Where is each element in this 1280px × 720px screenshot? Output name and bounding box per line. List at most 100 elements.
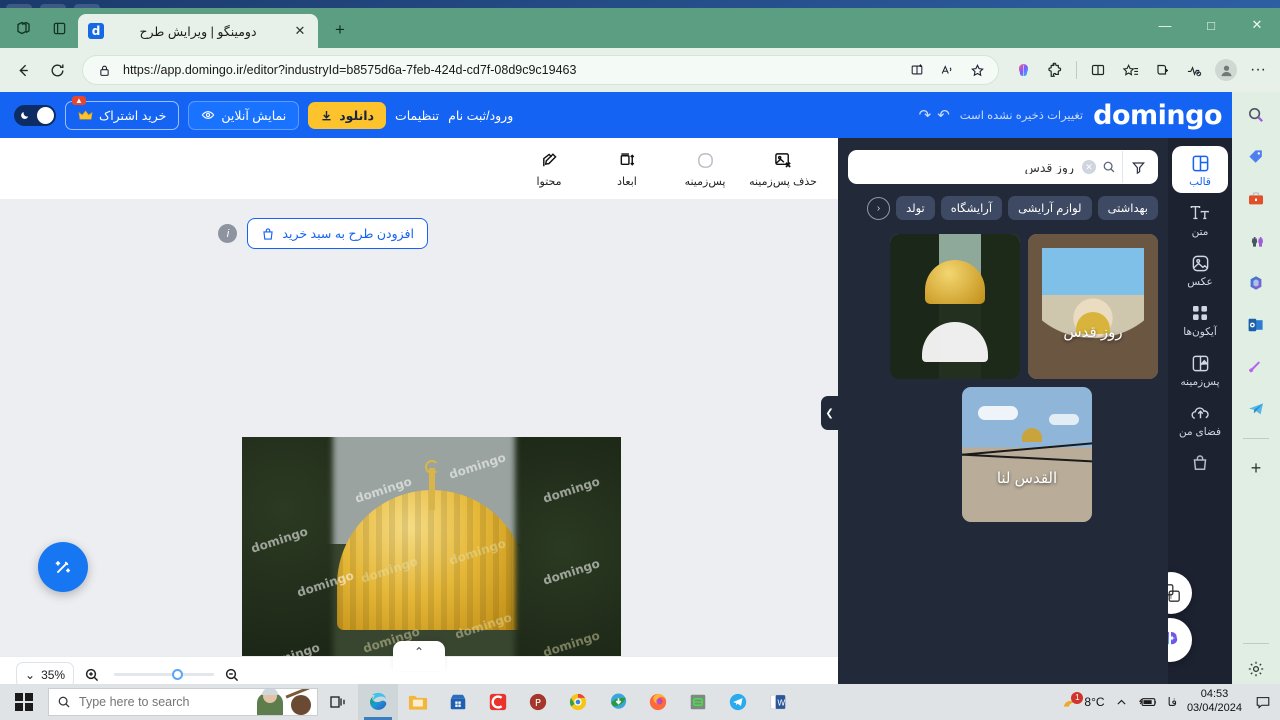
zoom-in-icon[interactable]	[84, 667, 104, 683]
taskbar-app-camtasia[interactable]	[478, 684, 518, 720]
app-logo[interactable]: domingo	[1093, 100, 1222, 131]
buy-subscription-button[interactable]: خرید اشتراک ▲	[65, 95, 180, 130]
pages-expand-button[interactable]: ⌃	[393, 641, 445, 671]
login-register-link[interactable]: ورود/ثبت نام	[448, 108, 513, 123]
back-icon[interactable]	[8, 55, 38, 85]
profile-avatar[interactable]	[1212, 56, 1240, 84]
cart-row: افزودن طرح به سبد خرید i	[218, 218, 428, 249]
template-thumb-3[interactable]: القدس لنا	[962, 387, 1092, 522]
browser-essentials-icon[interactable]	[1180, 56, 1208, 84]
tree-right	[514, 437, 621, 692]
outlook-icon[interactable]	[1243, 312, 1269, 338]
template-thumb-1[interactable]: روز قدس	[1028, 234, 1158, 379]
extensions-icon[interactable]	[1041, 56, 1069, 84]
rail-item-icons[interactable]: آیکون‌ها	[1172, 296, 1228, 343]
address-bar[interactable]: https://app.domingo.ir/editor?industryId…	[82, 55, 999, 85]
taskbar-search[interactable]	[48, 688, 318, 716]
reload-icon[interactable]	[42, 55, 72, 85]
search-icon[interactable]	[1096, 154, 1122, 180]
minimize-button[interactable]: —	[1142, 8, 1188, 42]
online-preview-button[interactable]: نمایش آنلاین	[188, 100, 300, 130]
add-to-cart-button[interactable]: افزودن طرح به سبد خرید	[247, 218, 428, 249]
taskbar-app-edge[interactable]	[358, 684, 398, 720]
copilot-icon[interactable]	[1009, 56, 1037, 84]
taskbar-app-potplayer[interactable]: P	[518, 684, 558, 720]
clear-search-icon[interactable]: ✕	[1082, 160, 1096, 174]
search-input[interactable]	[848, 160, 1082, 174]
taskbar-app-word[interactable]: W	[758, 684, 798, 720]
settings-link[interactable]: تنظیمات	[395, 108, 439, 123]
zoom-slider[interactable]	[114, 669, 215, 680]
rail-item-template[interactable]: قالب	[1172, 146, 1228, 193]
telegram-icon[interactable]	[1243, 396, 1269, 422]
notification-icon[interactable]	[1252, 691, 1274, 713]
redo-icon[interactable]: ↷	[919, 106, 932, 124]
add-sidebar-app-icon[interactable]: +	[1243, 455, 1269, 481]
gear-icon[interactable]	[1243, 656, 1269, 682]
chip-lavazem-arayeshi[interactable]: لوازم آرایشی	[1008, 196, 1092, 220]
weather-widget[interactable]: 1 8°C	[1061, 691, 1105, 710]
rail-item-text[interactable]: متن	[1172, 196, 1228, 243]
dark-mode-toggle[interactable]	[14, 104, 56, 126]
tools-briefcase-icon[interactable]	[1243, 186, 1269, 212]
shopping-tag-icon[interactable]	[1243, 144, 1269, 170]
rail-item-background[interactable]: پس‌زمینه	[1172, 346, 1228, 393]
favorite-star-icon[interactable]	[966, 59, 988, 81]
taskbar-app-microsoft-store[interactable]	[438, 684, 478, 720]
undo-icon[interactable]: ↶	[937, 106, 950, 124]
template-thumb-2[interactable]	[890, 234, 1020, 379]
battery-charging-icon[interactable]	[1138, 695, 1158, 709]
games-icon[interactable]	[1243, 228, 1269, 254]
more-settings-icon[interactable]: ···	[1244, 56, 1272, 84]
tool-remove-background[interactable]: حذف پس‌زمینه	[746, 150, 820, 188]
tool-content[interactable]: محتوا	[512, 150, 586, 188]
chip-arayeshgah[interactable]: آرایشگاه	[940, 196, 1003, 220]
search-icon[interactable]	[1243, 102, 1269, 128]
close-button[interactable]: ✕	[1234, 8, 1280, 42]
show-hidden-icons-chevron[interactable]	[1115, 696, 1128, 709]
taskbar-app-file-explorer[interactable]	[398, 684, 438, 720]
avatar	[1215, 59, 1237, 81]
taskbar-app-idm[interactable]	[598, 684, 638, 720]
info-icon[interactable]: i	[218, 224, 238, 243]
taskbar-app-telegram[interactable]	[718, 684, 758, 720]
split-window-icon[interactable]	[1084, 56, 1112, 84]
rail-item-image[interactable]: عکس	[1172, 246, 1228, 293]
language-indicator[interactable]: فا	[1168, 695, 1177, 709]
rail-item-cart[interactable]	[1172, 446, 1228, 481]
panel-collapse-handle[interactable]: ❯	[821, 396, 838, 430]
magic-tool-button[interactable]	[38, 542, 88, 592]
browser-tab[interactable]: d دومینگو | ویرایش طرح ✕	[78, 14, 318, 48]
workspaces-icon[interactable]	[6, 11, 40, 45]
taskbar-app-greenshot[interactable]	[678, 684, 718, 720]
collections-icon[interactable]	[1148, 56, 1176, 84]
tab-actions-icon[interactable]	[42, 11, 76, 45]
favorites-icon[interactable]	[1116, 56, 1144, 84]
read-aloud-icon[interactable]	[936, 59, 958, 81]
zoom-slider-handle[interactable]	[172, 669, 184, 680]
chips-prev-button[interactable]: ‹	[867, 196, 891, 220]
chip-behdashti[interactable]: بهداشتی	[1097, 196, 1158, 220]
rail-item-my-space[interactable]: فضای من	[1172, 396, 1228, 443]
new-tab-button[interactable]: +	[326, 16, 354, 44]
microsoft365-icon[interactable]	[1243, 270, 1269, 296]
taskbar-clock[interactable]: 04:53 03/04/2024	[1187, 688, 1242, 716]
maximize-button[interactable]: □	[1188, 8, 1234, 42]
start-button[interactable]	[0, 684, 48, 720]
split-screen-icon[interactable]	[906, 59, 928, 81]
tool-background[interactable]: پس‌زمینه	[668, 150, 742, 188]
rail-label: عکس	[1187, 276, 1213, 288]
taskbar-search-input[interactable]	[79, 695, 229, 709]
task-view-button[interactable]	[318, 684, 358, 720]
tab-close-icon[interactable]: ✕	[292, 23, 308, 39]
filter-icon[interactable]	[1122, 151, 1154, 183]
taskbar-app-firefox[interactable]	[638, 684, 678, 720]
image-icon	[1191, 253, 1210, 273]
chip-tavalod[interactable]: تولد	[896, 196, 935, 220]
tool-dimensions[interactable]: ابعاد	[590, 150, 664, 188]
designer-icon[interactable]	[1243, 354, 1269, 380]
download-button[interactable]: دانلود	[308, 101, 386, 129]
text-icon	[1190, 203, 1210, 223]
zoom-out-icon[interactable]	[224, 667, 244, 683]
taskbar-app-chrome[interactable]	[558, 684, 598, 720]
